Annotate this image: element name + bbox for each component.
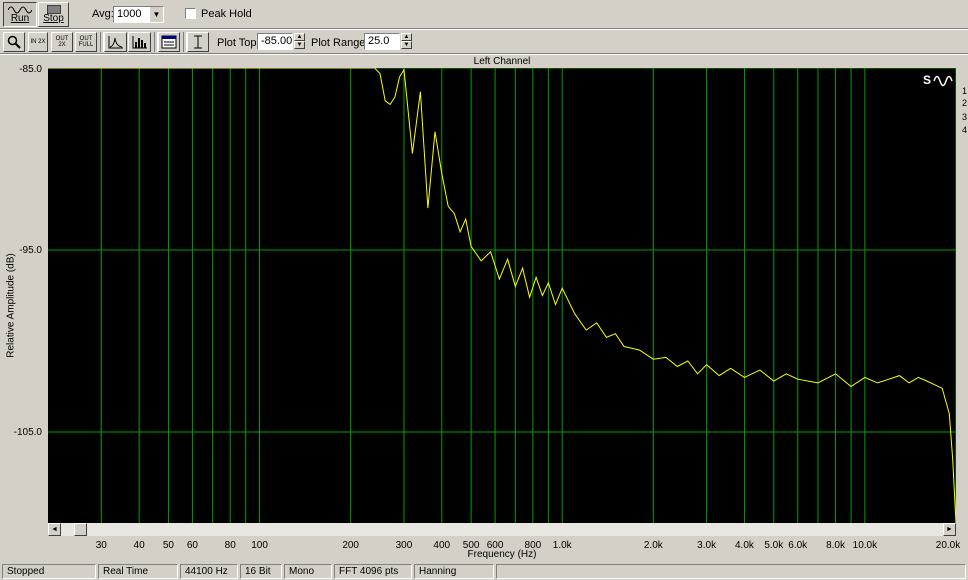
zoom-out-2x-icon: OUT 2X [55, 36, 69, 48]
plot-range-input[interactable]: 25.0 [364, 33, 400, 50]
horizontal-scrollbar[interactable] [48, 523, 956, 536]
scroll-thumb[interactable] [74, 523, 87, 536]
spectrum-plot[interactable] [48, 68, 956, 523]
status-sample-rate: 44100 Hz [180, 564, 238, 579]
avg-select[interactable]: 1000 ▼ [113, 6, 164, 23]
scroll-right-button[interactable]: ► [943, 523, 956, 536]
stop-button[interactable]: Stop [38, 2, 69, 27]
side-icon-2[interactable]: 2 [962, 98, 967, 108]
plot-background [48, 68, 956, 523]
stop-label: Stop [43, 13, 64, 24]
avg-label: Avg: [92, 8, 114, 20]
plot-range-spinner[interactable]: ▲ ▼ [401, 33, 412, 50]
zoom-out-full-icon: OUT FULL [78, 36, 94, 48]
status-fft: FFT 4096 pts [334, 564, 412, 579]
plot-range-label: Plot Range: [311, 37, 369, 49]
bar-view-button[interactable] [128, 32, 151, 52]
status-mode: Real Time [98, 564, 178, 579]
x-axis-label: Frequency (Hz) [467, 549, 537, 560]
spin-up-icon[interactable]: ▲ [294, 33, 305, 41]
line-view-button[interactable] [104, 32, 127, 52]
plot-top-spinner[interactable]: ▲ ▼ [294, 33, 305, 50]
bar-graph-icon [132, 36, 147, 49]
zoom-in-2x-button[interactable]: IN 2X [28, 32, 48, 52]
y-tick-label: -85.0 [19, 64, 42, 75]
status-channels: Mono [284, 564, 332, 579]
plot-top-label: Plot Top: [217, 37, 260, 49]
zoom-out-full-button[interactable]: OUT FULL [75, 32, 97, 52]
y-axis-label: Relative Amplitude (dB) [5, 253, 17, 358]
peak-hold-checkbox[interactable] [185, 8, 196, 19]
y-tick-label: -105.0 [13, 427, 42, 438]
svg-text:S: S [923, 73, 931, 87]
signal-icon[interactable]: S [922, 72, 954, 90]
cursor-button[interactable] [187, 32, 209, 52]
side-toolbar [960, 68, 968, 153]
zoom-in-2x-icon: IN 2X [30, 39, 46, 45]
status-state: Stopped [2, 564, 96, 579]
status-bits: 16 Bit [240, 564, 282, 579]
spin-down-icon[interactable]: ▼ [294, 41, 305, 49]
chevron-down-icon[interactable]: ▼ [149, 7, 163, 22]
arrow-right-icon: ► [946, 525, 953, 533]
zoom-out-2x-button[interactable]: OUT 2X [51, 32, 73, 52]
side-icon-1[interactable]: 1 [962, 86, 967, 96]
magnifier-icon [7, 35, 21, 49]
status-window: Hanning [414, 564, 494, 579]
y-tick-label: -95.0 [19, 245, 42, 256]
side-icon-3[interactable]: 3 [962, 112, 967, 122]
spin-down-icon[interactable]: ▼ [401, 41, 412, 49]
i-beam-cursor-icon [194, 35, 202, 49]
channel-title: Left Channel [473, 56, 531, 67]
zoom-button[interactable] [3, 32, 25, 52]
arrow-left-icon: ◄ [51, 525, 58, 533]
scroll-left-button[interactable]: ◄ [48, 523, 61, 536]
settings-button[interactable] [158, 32, 180, 52]
side-icon-4[interactable]: 4 [962, 125, 967, 135]
avg-value: 1000 [117, 8, 142, 20]
run-button[interactable]: Run [3, 2, 37, 27]
peak-curve-icon [108, 36, 123, 49]
dialog-icon [161, 35, 177, 49]
spin-up-icon[interactable]: ▲ [401, 33, 412, 41]
plot-top-input[interactable]: -85.00 [257, 33, 293, 50]
peak-hold-label: Peak Hold [201, 8, 252, 20]
run-label: Run [10, 13, 30, 24]
